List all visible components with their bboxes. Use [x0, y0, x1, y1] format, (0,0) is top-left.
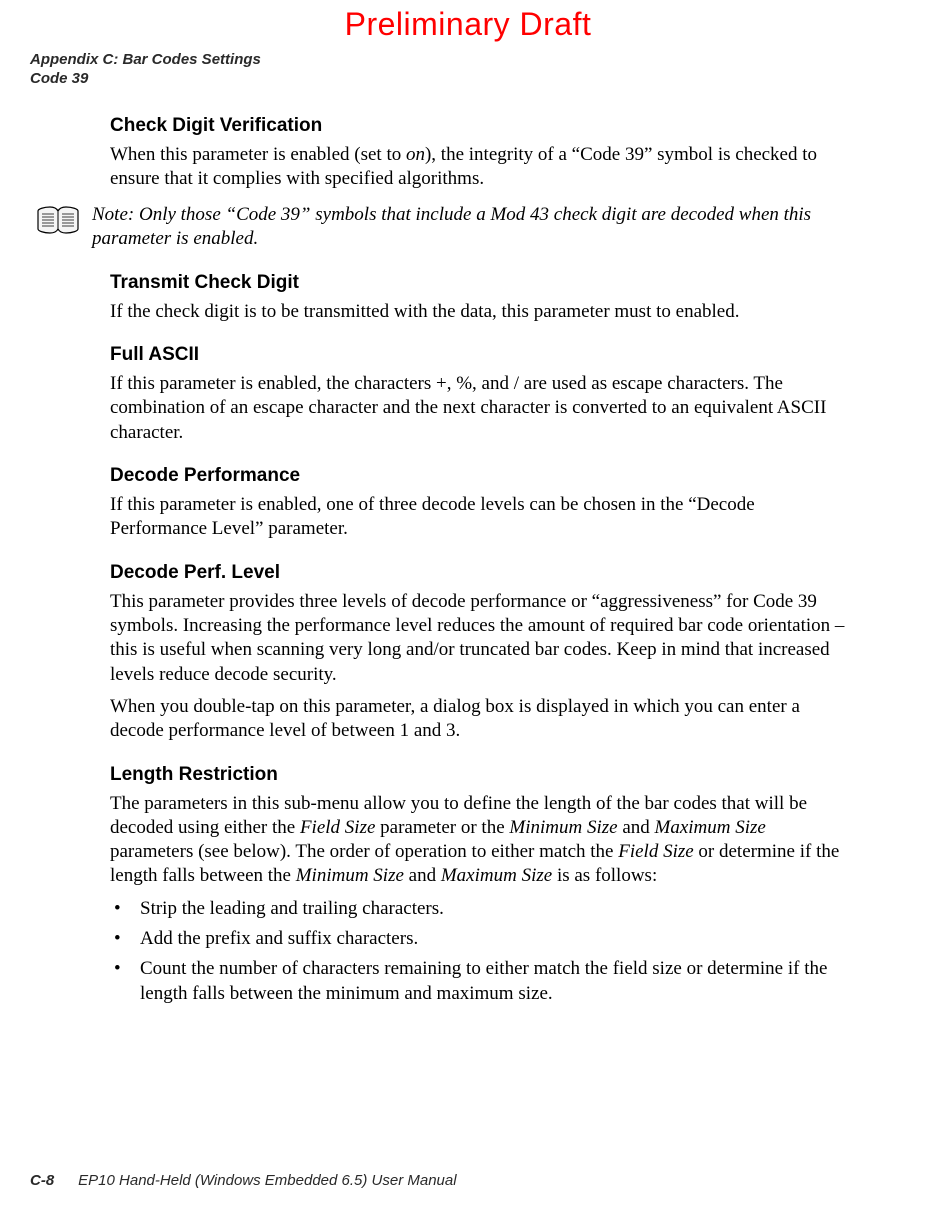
header-line-2: Code 39: [30, 70, 936, 89]
heading-full-ascii: Full ASCII: [110, 344, 846, 366]
emphasis-field-size-2: Field Size: [618, 841, 693, 862]
text-fragment: and: [404, 865, 441, 886]
list-item: Add the prefix and suffix characters.: [110, 927, 846, 951]
text-fragment: is as follows:: [552, 865, 657, 886]
para-full-ascii: If this parameter is enabled, the charac…: [110, 372, 846, 445]
running-header: Appendix C: Bar Codes Settings Code 39: [30, 51, 936, 89]
emphasis-minimum-size: Minimum Size: [509, 817, 617, 838]
page-number: C-8: [30, 1172, 54, 1189]
manual-title: EP10 Hand-Held (Windows Embedded 6.5) Us…: [78, 1172, 456, 1189]
text-fragment: When this parameter is enabled (set to: [110, 144, 406, 165]
para-decode-performance: If this parameter is enabled, one of thr…: [110, 493, 846, 542]
list-item: Count the number of characters remaining…: [110, 957, 846, 1006]
text-fragment: parameter or the: [375, 817, 509, 838]
note-label: Note:: [92, 204, 134, 225]
para-transmit-check-digit: If the check digit is to be transmitted …: [110, 300, 846, 324]
heading-decode-performance: Decode Performance: [110, 465, 846, 487]
header-line-1: Appendix C: Bar Codes Settings: [30, 51, 936, 70]
heading-length-restriction: Length Restriction: [110, 764, 846, 786]
length-restriction-bullets: Strip the leading and trailing character…: [110, 897, 846, 1006]
heading-check-digit-verification: Check Digit Verification: [110, 115, 846, 137]
open-book-icon: [36, 205, 80, 235]
heading-transmit-check-digit: Transmit Check Digit: [110, 272, 846, 294]
list-item: Strip the leading and trailing character…: [110, 897, 846, 921]
note-body: Only those “Code 39” symbols that includ…: [92, 204, 811, 249]
page-footer: C-8 EP10 Hand-Held (Windows Embedded 6.5)…: [30, 1172, 457, 1189]
emphasis-maximum-size: Maximum Size: [655, 817, 766, 838]
emphasis-minimum-size-2: Minimum Size: [296, 865, 404, 886]
para-decode-perf-level-1: This parameter provides three levels of …: [110, 590, 846, 687]
text-fragment: parameters (see below). The order of ope…: [110, 841, 618, 862]
para-length-restriction-intro: The parameters in this sub-menu allow yo…: [110, 792, 846, 889]
emphasis-maximum-size-2: Maximum Size: [441, 865, 552, 886]
para-decode-perf-level-2: When you double-tap on this parameter, a…: [110, 695, 846, 744]
content-area: Check Digit Verification When this param…: [110, 115, 846, 1007]
note-text: Note: Only those “Code 39” symbols that …: [92, 203, 846, 252]
emphasis-on: on: [406, 144, 425, 165]
heading-decode-perf-level: Decode Perf. Level: [110, 562, 846, 584]
note-block: Note: Only those “Code 39” symbols that …: [36, 203, 846, 252]
page: Preliminary Draft Appendix C: Bar Codes …: [0, 0, 936, 1215]
text-fragment: and: [618, 817, 655, 838]
para-check-digit-verification: When this parameter is enabled (set to o…: [110, 143, 846, 192]
preliminary-draft-banner: Preliminary Draft: [0, 0, 936, 43]
emphasis-field-size: Field Size: [300, 817, 375, 838]
